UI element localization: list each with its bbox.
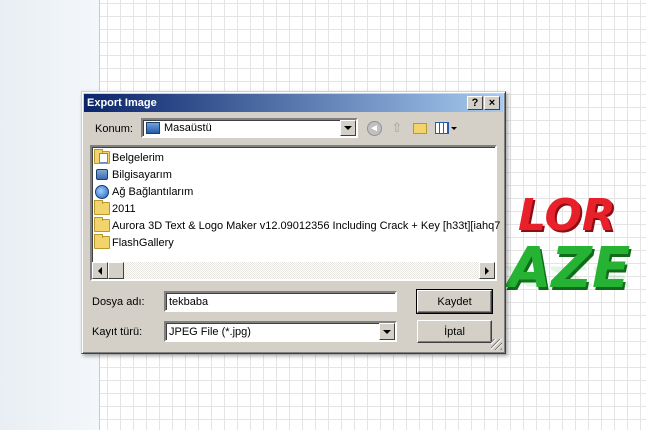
logo-reflection: AZE	[508, 259, 631, 293]
arrow-left-icon	[98, 266, 102, 275]
view-menu-icon	[435, 122, 449, 134]
back-button[interactable]: ◄	[364, 118, 384, 138]
dialog-title: Export Image	[87, 97, 157, 109]
up-folder-icon: ⇧	[391, 120, 403, 135]
folder-icon	[94, 217, 110, 232]
view-menu-button[interactable]	[433, 118, 459, 138]
location-value: Masaüstü	[164, 122, 212, 134]
close-button[interactable]: ×	[484, 96, 500, 110]
location-dropdown-button[interactable]	[340, 120, 356, 136]
chevron-down-icon	[383, 329, 391, 334]
new-folder-icon	[413, 122, 427, 134]
help-button[interactable]: ?	[467, 96, 483, 110]
filename-input[interactable]	[164, 291, 397, 312]
desktop-icon	[146, 122, 160, 134]
folder-icon	[94, 200, 110, 215]
chevron-down-icon	[344, 126, 352, 130]
list-item[interactable]: Ağ Bağlantılarım	[94, 183, 193, 200]
back-arrow-icon: ◄	[366, 120, 382, 136]
location-select[interactable]: Masaüstü	[141, 118, 358, 138]
list-item-label: 2011	[112, 202, 136, 215]
filetype-dropdown-button[interactable]	[379, 323, 395, 340]
view-dropdown-icon	[451, 126, 457, 130]
list-item[interactable]: FlashGallery	[94, 234, 174, 251]
network-icon	[95, 184, 109, 199]
list-item-label: Belgelerim	[112, 151, 164, 164]
dialog-titlebar[interactable]: Export Image ? ×	[84, 94, 503, 112]
computer-icon	[96, 169, 108, 180]
scroll-left-button[interactable]	[92, 262, 108, 279]
filetype-select[interactable]: JPEG File (*.jpg)	[164, 321, 397, 342]
scroll-thumb[interactable]	[108, 262, 124, 279]
list-item[interactable]: Belgelerim	[94, 149, 164, 166]
list-item-label: Aurora 3D Text & Logo Maker v12.09012356…	[112, 219, 501, 232]
save-button[interactable]: Kaydet	[416, 289, 493, 314]
file-list[interactable]: Belgelerim Bilgisayarım Ağ Bağlantılarım…	[90, 145, 500, 281]
up-folder-button[interactable]: ⇧	[387, 118, 407, 138]
folder-icon	[94, 234, 110, 249]
list-item[interactable]: Bilgisayarım	[94, 166, 172, 183]
filetype-label: Kayıt türü:	[92, 326, 143, 338]
resize-grip[interactable]	[491, 339, 502, 350]
filetype-value: JPEG File (*.jpg)	[169, 325, 251, 338]
horizontal-scrollbar[interactable]	[92, 262, 495, 279]
scroll-right-button[interactable]	[479, 262, 495, 279]
logo-text-red: LOR	[518, 190, 616, 241]
list-item-label: FlashGallery	[112, 236, 174, 249]
location-label: Konum:	[95, 123, 133, 135]
list-item-label: Bilgisayarım	[112, 168, 172, 181]
filename-label: Dosya adı:	[92, 296, 145, 308]
cancel-button[interactable]: İptal	[417, 320, 492, 343]
arrow-right-icon	[485, 266, 489, 275]
new-folder-button[interactable]	[410, 118, 430, 138]
list-item-label: Ağ Bağlantılarım	[112, 185, 194, 198]
my-documents-icon	[94, 149, 110, 164]
list-item[interactable]: Aurora 3D Text & Logo Maker v12.09012356…	[94, 217, 500, 234]
list-item[interactable]: 2011	[94, 200, 136, 217]
